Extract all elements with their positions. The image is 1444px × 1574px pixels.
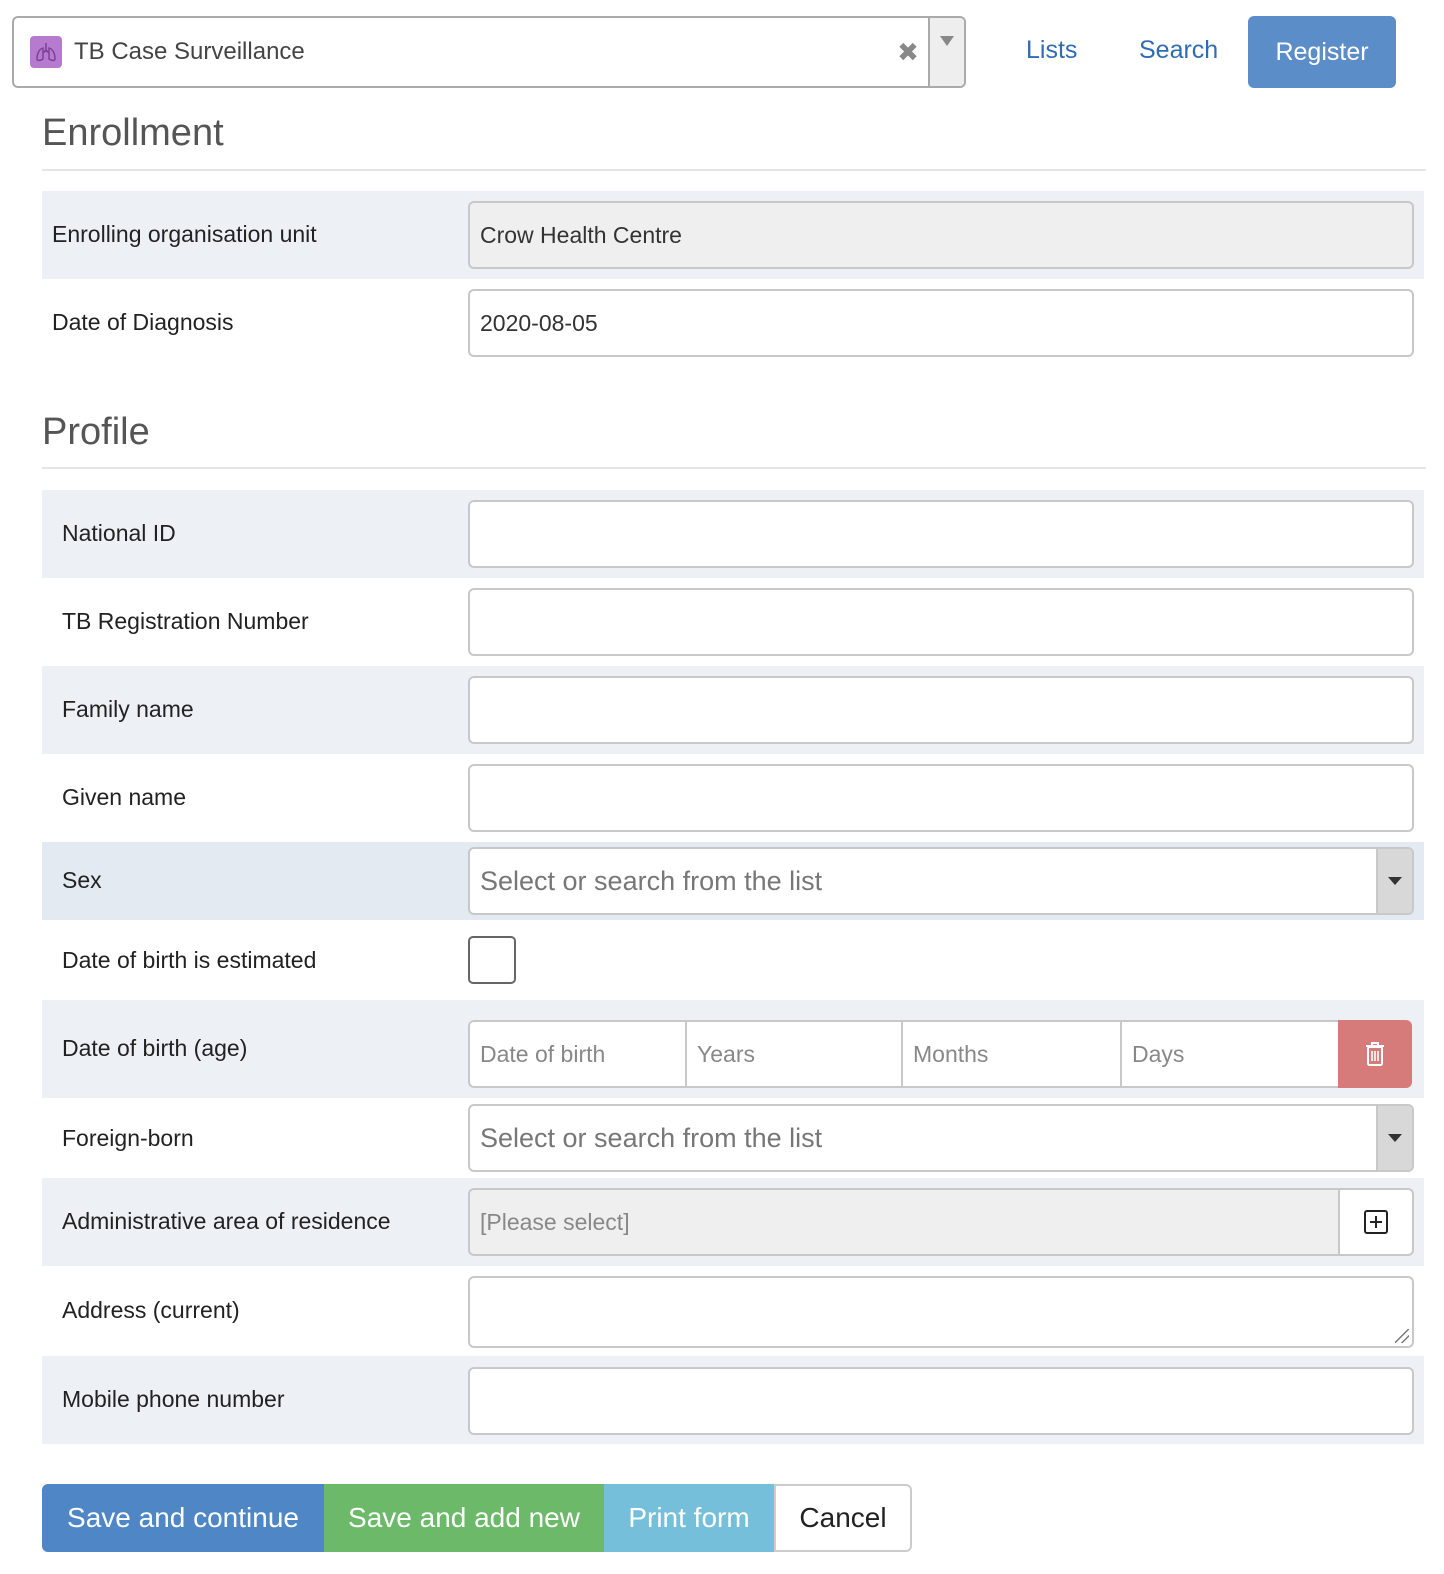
address-row: Address (current) — [42, 1266, 1424, 1356]
mobile-phone-input[interactable] — [468, 1367, 1414, 1435]
admin-area-group: [Please select] — [468, 1188, 1414, 1256]
national-id-input[interactable] — [468, 500, 1414, 568]
sex-row: Sex Select or search from the list — [42, 842, 1424, 920]
enrolling-org-unit-field: Crow Health Centre — [468, 201, 1414, 269]
family-name-input[interactable] — [468, 676, 1414, 744]
chevron-down-icon[interactable] — [1376, 849, 1412, 913]
save-and-continue-button[interactable]: Save and continue — [42, 1484, 324, 1552]
chevron-down-icon — [940, 36, 954, 46]
program-name: TB Case Surveillance — [74, 38, 305, 65]
dob-row: Date of birth (age) Date of birth Years … — [42, 1000, 1424, 1098]
resize-handle-icon[interactable] — [1395, 1329, 1409, 1343]
chevron-down-icon[interactable] — [1376, 1106, 1412, 1170]
national-id-row: National ID — [42, 490, 1424, 578]
family-name-label: Family name — [62, 696, 194, 722]
sex-select[interactable]: Select or search from the list — [468, 847, 1414, 915]
tb-registration-number-label: TB Registration Number — [62, 608, 309, 634]
dob-days-input[interactable]: Days — [1120, 1020, 1340, 1088]
address-textarea[interactable] — [468, 1276, 1414, 1348]
section-divider — [42, 169, 1426, 171]
date-of-diagnosis-row: Date of Diagnosis 2020-08-05 — [42, 279, 1424, 367]
mobile-phone-label: Mobile phone number — [62, 1386, 285, 1412]
national-id-label: National ID — [62, 520, 176, 546]
dob-months-input[interactable]: Months — [901, 1020, 1122, 1088]
admin-area-label: Administrative area of residence — [62, 1208, 391, 1234]
program-dropdown-toggle[interactable] — [928, 18, 964, 86]
plus-square-icon — [1364, 1210, 1388, 1234]
profile-heading: Profile — [42, 411, 150, 453]
sex-placeholder: Select or search from the list — [480, 865, 823, 896]
lungs-icon — [30, 36, 62, 68]
clear-dob-button[interactable] — [1338, 1020, 1412, 1088]
trash-icon — [1366, 1042, 1384, 1066]
foreign-born-select[interactable]: Select or search from the list — [468, 1104, 1414, 1172]
foreign-born-placeholder: Select or search from the list — [480, 1122, 823, 1153]
tb-registration-number-row: TB Registration Number — [42, 578, 1424, 666]
family-name-row: Family name — [42, 666, 1424, 754]
register-button[interactable]: Register — [1248, 16, 1396, 88]
expand-area-button[interactable] — [1340, 1188, 1414, 1256]
program-selector[interactable]: TB Case Surveillance ✖ — [12, 16, 966, 88]
given-name-label: Given name — [62, 784, 187, 810]
print-form-button[interactable]: Print form — [604, 1484, 774, 1552]
sex-label: Sex — [62, 867, 102, 893]
date-of-diagnosis-input[interactable]: 2020-08-05 — [468, 289, 1414, 357]
foreign-born-label: Foreign-born — [62, 1125, 194, 1151]
search-link[interactable]: Search — [1139, 36, 1218, 65]
dob-date-input[interactable]: Date of birth — [468, 1020, 687, 1088]
close-icon[interactable]: ✖ — [888, 37, 928, 68]
foreign-born-row: Foreign-born Select or search from the l… — [42, 1098, 1424, 1178]
dob-estimated-label: Date of birth is estimated — [62, 947, 317, 973]
dob-label: Date of birth (age) — [62, 1035, 248, 1061]
admin-area-field[interactable]: [Please select] — [468, 1188, 1340, 1256]
given-name-row: Given name — [42, 754, 1424, 842]
mobile-phone-row: Mobile phone number — [42, 1356, 1424, 1444]
address-label: Address (current) — [62, 1297, 240, 1323]
tb-registration-number-input[interactable] — [468, 588, 1414, 656]
enrolling-org-unit-row: Enrolling organisation unit Crow Health … — [42, 191, 1424, 279]
enrolling-org-unit-label: Enrolling organisation unit — [52, 221, 317, 247]
lists-link[interactable]: Lists — [1026, 36, 1077, 65]
enrollment-heading: Enrollment — [42, 112, 224, 154]
dob-years-input[interactable]: Years — [685, 1020, 903, 1088]
section-divider — [42, 467, 1426, 469]
date-of-diagnosis-label: Date of Diagnosis — [52, 309, 234, 335]
save-and-add-new-button[interactable]: Save and add new — [324, 1484, 604, 1552]
dob-estimated-checkbox[interactable] — [468, 936, 516, 984]
dob-input-group: Date of birth Years Months Days — [468, 1020, 1414, 1088]
cancel-button[interactable]: Cancel — [774, 1484, 912, 1552]
given-name-input[interactable] — [468, 764, 1414, 832]
dob-estimated-row: Date of birth is estimated — [42, 920, 1424, 1000]
admin-area-row: Administrative area of residence [Please… — [42, 1178, 1424, 1266]
